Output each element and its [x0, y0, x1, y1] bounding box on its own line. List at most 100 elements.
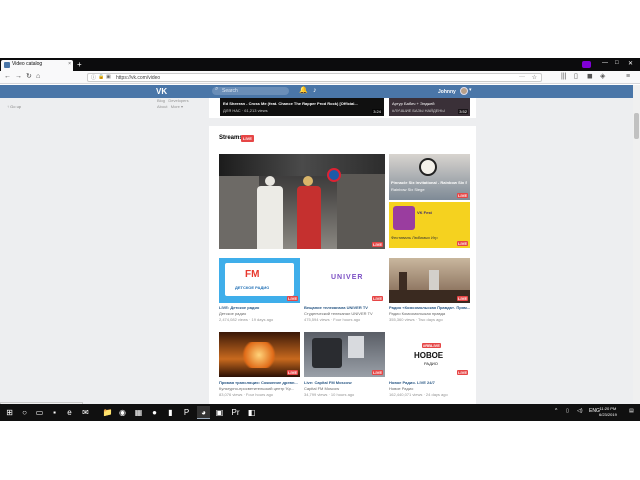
stream-thumb-fire-ceremony[interactable]: LIVE [219, 332, 300, 377]
premiere-icon[interactable]: Pr [229, 406, 242, 419]
footer-link-developers[interactable]: Developers [168, 98, 188, 103]
tray-chevron-icon[interactable]: ^ [555, 408, 557, 414]
app-icon-3[interactable]: ▣ [213, 406, 226, 419]
footer-links-row2: About More ▾ [157, 104, 183, 109]
menu-icon[interactable]: ≡ [626, 72, 630, 82]
folder-icon[interactable]: ▪ [48, 406, 61, 419]
video-duration: 3:24 [372, 109, 382, 114]
novoe-radio-logo-text: НОВОЕ [414, 352, 444, 360]
vk-favicon-icon [4, 62, 10, 68]
stream-channel[interactable]: Capital FM Moscow [304, 386, 385, 391]
line-app-icon[interactable]: ● [148, 406, 161, 419]
stream-title[interactable]: Радио «Комсомольская Правда». Прям... [389, 305, 470, 310]
back-icon[interactable]: ← [4, 72, 11, 82]
file-explorer-icon[interactable]: 📁 [101, 406, 114, 419]
app-icon[interactable]: ▦ [132, 406, 145, 419]
maximize-button[interactable]: □ [615, 60, 619, 69]
app-icon-2[interactable]: ▮ [164, 406, 177, 419]
forward-icon[interactable]: → [15, 72, 22, 82]
live-badge: LIVE [372, 370, 383, 375]
stream-channel[interactable]: Радио Комсомольская правда [389, 311, 470, 316]
footer-link-about[interactable]: About [157, 104, 167, 109]
bookmark-star-icon[interactable]: ☆ [532, 74, 537, 81]
network-icon[interactable]: ▯ [566, 408, 569, 414]
lock-icon: 🔒 [98, 74, 105, 80]
stream-channel[interactable]: Новое Радио [389, 386, 470, 391]
avatar[interactable] [460, 87, 468, 95]
clock[interactable]: 11:20 PM 6/23/2019 [599, 406, 617, 418]
tab-title: Video catalog [12, 61, 43, 67]
video-thumb-ed-sheeran[interactable]: Ed Sheeran - Cross Me (feat. Chance The … [220, 98, 384, 116]
library-icon[interactable]: ||| [561, 72, 566, 82]
vk-logo[interactable]: VK [156, 87, 167, 96]
side-stream-sub: Rainbow Six Siege [391, 187, 425, 192]
info-icon: ⓘ [91, 75, 97, 81]
notifications-bell-icon[interactable]: 🔔 [299, 86, 308, 96]
video-duration: 3:52 [458, 109, 468, 114]
tab-close-icon[interactable]: × [68, 61, 71, 67]
extension-icon[interactable]: ◼ [587, 72, 593, 82]
stream-channel[interactable]: Культурно-просветительский центр 'Кр... [219, 386, 300, 391]
extension-icon-2[interactable]: ◈ [600, 72, 605, 82]
user-name[interactable]: Johnny [438, 89, 456, 95]
task-view-icon[interactable]: ▭ [33, 406, 46, 419]
new-tab-button[interactable]: + [77, 60, 82, 69]
sidebar-icon[interactable]: ▯ [574, 72, 578, 82]
volume-icon[interactable]: ◁) [577, 408, 583, 414]
studio-decor [312, 338, 342, 368]
streams-heading: Streams [219, 135, 243, 141]
person-red-dress-decor [297, 186, 321, 249]
video-block-top: Ed Sheeran - Cross Me (feat. Chance The … [209, 98, 476, 118]
close-window-button[interactable]: ✕ [628, 60, 633, 69]
reload-icon[interactable]: ↻ [26, 72, 32, 82]
url-text: https://vk.com/video [116, 75, 161, 81]
search-icon[interactable]: ○ [18, 406, 31, 419]
mail-icon[interactable]: ✉ [79, 406, 92, 419]
music-note-icon[interactable]: ♪ [313, 86, 317, 96]
footer-link-more[interactable]: More ▾ [171, 104, 183, 109]
vk-search-input[interactable]: ⌕ Search [212, 86, 289, 95]
video-meta: #ЛУЧШИЕ БАЗЫ НАЙДЕНЫ [392, 108, 445, 113]
tab-video-catalog[interactable]: Video catalog × [1, 60, 73, 71]
app-icon-4[interactable]: ◧ [245, 406, 258, 419]
stream-title[interactable]: Вещание телеканала UNIVER TV [304, 305, 385, 310]
stream-title[interactable]: LIVE: Детское радио [219, 305, 300, 310]
side-stream-thumb-rainbow-six[interactable]: Pinnacle Six Invitational - Rainbow Six … [389, 154, 470, 200]
stream-thumb-capital-fm[interactable]: LIVE [304, 332, 385, 377]
stream-thumb-univer[interactable]: UNIVER LIVE [304, 258, 385, 303]
photoshop-icon[interactable]: P [180, 406, 193, 419]
scrollbar-thumb[interactable] [634, 113, 639, 139]
page-actions-icon[interactable]: ··· [519, 74, 525, 80]
side-stream-thumb-vk-fest[interactable]: VK Fest Фестиваль Любимых Игр LIVE [389, 202, 470, 248]
chrome-icon[interactable]: ◉ [116, 406, 129, 419]
windows-start-icon[interactable]: ⊞ [3, 406, 16, 419]
featured-stream-thumb[interactable]: LIVE [219, 154, 385, 249]
stream-title[interactable]: Live: Capital FM Moscow [304, 380, 385, 385]
video-meta: ДЛЯ НАС · 61,213 views [223, 108, 268, 113]
stream-thumb-kp-radio[interactable]: LIVE [389, 258, 470, 303]
stream-channel[interactable]: Детское радио [219, 311, 300, 316]
stream-thumb-detskoe-radio[interactable]: FM ДЕТСКОЕ РАДИО LIVE [219, 258, 300, 303]
address-bar[interactable]: ⓘ 🔒 ▣ https://vk.com/video ··· ☆ [87, 73, 542, 82]
notifications-icon[interactable]: ▤ [629, 408, 634, 414]
edge-icon[interactable]: e [63, 406, 76, 419]
stream-channel[interactable]: Студенческий телеканал UNIVER TV [304, 311, 385, 316]
go-up-link[interactable]: ↑ Go up [7, 104, 21, 109]
minimize-button[interactable]: — [602, 60, 608, 69]
live-badge: LIVE [287, 370, 298, 375]
live-badge: LIVE [372, 242, 383, 247]
side-stream-title: Фестиваль Любимых Игр [391, 235, 438, 240]
kitchen-top-decor [219, 154, 385, 176]
video-thumb-artur-babich[interactable]: Артур Бабич + Элджей #ЛУЧШИЕ БАЗЫ НАЙДЕН… [389, 98, 470, 116]
stream-title[interactable]: Прямая трансляция: Сожжение древн... [219, 380, 300, 385]
univer-logo-text: UNIVER [331, 274, 364, 281]
footer-link-blog[interactable]: Blog [157, 98, 165, 103]
firefox-icon[interactable]: ◕ [197, 406, 210, 419]
pepsi-logo-decor [327, 168, 341, 182]
kitchen-right-decor [337, 174, 385, 249]
home-icon[interactable]: ⌂ [36, 72, 40, 82]
chevron-down-icon[interactable]: ▾ [469, 87, 472, 93]
person-right-head-decor [303, 176, 313, 186]
stream-thumb-novoe-radio[interactable]: #RBLIVE НОВОЕ РАДИО LIVE [389, 332, 470, 377]
stream-title[interactable]: Новое Радио. LIVE 24/7 [389, 380, 470, 385]
